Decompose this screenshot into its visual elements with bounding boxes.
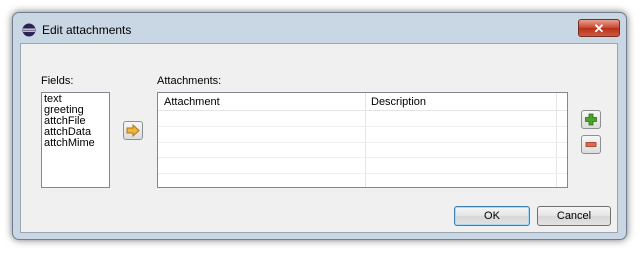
window-title: Edit attachments <box>42 23 132 37</box>
fields-list[interactable]: text greeting attchFile attchData attchM… <box>41 92 110 188</box>
table-header: Attachment Description <box>158 93 567 111</box>
close-button[interactable]: ✕ <box>578 19 620 37</box>
row-divider <box>158 157 567 158</box>
edit-attachments-dialog: Edit attachments ✕ Fields: text greeting… <box>12 12 627 240</box>
title-bar[interactable]: Edit attachments ✕ <box>13 13 626 45</box>
row-divider <box>158 173 567 174</box>
add-attachment-button[interactable] <box>581 110 601 129</box>
minus-icon <box>585 142 597 147</box>
dialog-client-area: Fields: text greeting attchFile attchDat… <box>20 43 618 233</box>
add-to-attachments-button[interactable] <box>123 121 143 140</box>
attachments-table[interactable]: Attachment Description <box>157 92 568 188</box>
attachments-label: Attachments: <box>157 75 222 87</box>
ok-button[interactable]: OK <box>454 206 530 226</box>
eclipse-app-icon <box>22 23 36 37</box>
plus-icon <box>585 113 597 126</box>
arrow-right-icon <box>126 123 140 138</box>
column-header-description[interactable]: Description <box>371 96 426 108</box>
row-divider <box>158 126 567 127</box>
close-icon: ✕ <box>593 21 605 36</box>
column-header-attachment[interactable]: Attachment <box>164 96 220 108</box>
list-item[interactable]: attchMime <box>44 138 107 149</box>
row-divider <box>158 142 567 143</box>
fields-label: Fields: <box>41 75 74 87</box>
cancel-button[interactable]: Cancel <box>537 206 611 226</box>
remove-attachment-button[interactable] <box>581 135 601 154</box>
